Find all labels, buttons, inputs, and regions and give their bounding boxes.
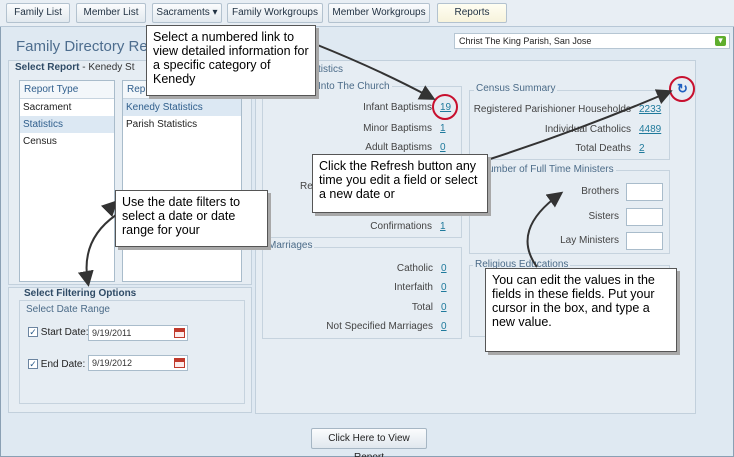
date-range-title: Select Date Range (24, 304, 112, 315)
confirmations-label: Confirmations (370, 221, 432, 232)
chevron-down-icon[interactable]: ▼ (715, 36, 726, 46)
end-date-value: 9/19/2012 (92, 358, 133, 368)
sisters-field[interactable] (626, 208, 663, 226)
calendar-icon[interactable] (174, 328, 185, 338)
deaths-link[interactable]: 2 (639, 143, 645, 154)
statistics-heading: tistics (316, 64, 345, 75)
catholics-label: Individual Catholics (544, 124, 631, 135)
tab-reports[interactable]: Reports (437, 3, 507, 23)
list-item[interactable]: Sacrament (20, 99, 114, 116)
list-item[interactable]: Parish Statistics (123, 116, 241, 133)
report-list[interactable]: Rep Kenedy Statistics Parish Statistics (122, 80, 242, 282)
infant-baptisms-label: Infant Baptisms (363, 102, 432, 113)
select-report-label: Select Report - Kenedy St (15, 62, 135, 73)
census-title: Census Summary (474, 83, 558, 94)
start-date-value: 9/19/2011 (92, 328, 132, 338)
start-date-row: ✓ Start Date: (28, 327, 89, 338)
into-church-title: Into The Church (316, 81, 392, 92)
confirmations-link[interactable]: 1 (440, 221, 446, 232)
end-date-row: ✓ End Date: (28, 359, 85, 370)
top-nav: Family List Member List Sacraments ▾ Fam… (0, 0, 734, 27)
list-item[interactable]: Kenedy Statistics (123, 99, 241, 116)
date-range-group (19, 300, 245, 404)
interfaith-link[interactable]: 0 (441, 282, 447, 293)
tab-family-workgroups[interactable]: Family Workgroups (227, 3, 323, 23)
calendar-icon[interactable] (174, 358, 185, 368)
end-date-checkbox[interactable]: ✓ (28, 359, 38, 370)
highlight-circle-refresh (669, 76, 695, 102)
total-marriages-link[interactable]: 0 (441, 302, 447, 313)
tab-member-workgroups[interactable]: Member Workgroups (328, 3, 430, 23)
highlight-circle-infant (432, 94, 458, 120)
view-report-button[interactable]: Click Here to View Report (311, 428, 427, 457)
households-label: Registered Parishioner Households (473, 104, 631, 115)
marriages-title: Marriages (266, 240, 315, 251)
minor-baptisms-label: Minor Baptisms (363, 123, 432, 134)
deaths-label: Total Deaths (575, 143, 631, 154)
parish-select[interactable]: Christ The King Parish, San Jose ▼ (454, 33, 730, 49)
callout-link: Select a numbered link to view detailed … (146, 25, 316, 96)
lay-ministers-field[interactable] (626, 232, 663, 250)
re-label-fragment: Re (300, 181, 313, 192)
end-date-input[interactable]: 9/19/2012 (88, 355, 188, 371)
callout-date: Use the date filters to select a date or… (115, 190, 268, 247)
brothers-label: Brothers (581, 186, 619, 197)
not-specified-label: Not Specified Marriages (326, 321, 433, 332)
tab-member-list[interactable]: Member List (76, 3, 146, 23)
start-date-label: Start Date: (40, 327, 89, 338)
tab-sacraments[interactable]: Sacraments ▾ (152, 3, 222, 23)
callout-refresh: Click the Refresh button any time you ed… (312, 154, 488, 213)
report-type-header: Report Type (20, 81, 114, 99)
start-date-checkbox[interactable]: ✓ (28, 327, 38, 338)
report-type-list[interactable]: Report Type Sacrament Statistics Census (19, 80, 115, 282)
catholic-label: Catholic (396, 263, 433, 274)
interfaith-label: Interfaith (394, 282, 433, 293)
tab-family-list[interactable]: Family List (6, 3, 70, 23)
list-item[interactable]: Statistics (20, 116, 114, 133)
adult-baptisms-link[interactable]: 0 (440, 142, 446, 153)
start-date-input[interactable]: 9/19/2011 (88, 325, 188, 341)
catholic-link[interactable]: 0 (441, 263, 447, 274)
callout-edit: You can edit the values in the fields in… (485, 268, 677, 352)
end-date-label: End Date: (40, 359, 86, 370)
filtering-label: Select Filtering Options (24, 288, 137, 299)
sisters-label: Sisters (588, 211, 619, 222)
page-title: Family Directory Re (16, 38, 148, 55)
adult-baptisms-label: Adult Baptisms (365, 142, 432, 153)
households-link[interactable]: 2233 (639, 104, 661, 115)
parish-select-value: Christ The King Parish, San Jose (459, 36, 592, 46)
not-specified-link[interactable]: 0 (441, 321, 447, 332)
brothers-field[interactable] (626, 183, 663, 201)
ministers-title: umber of Full Time Ministers (486, 164, 616, 175)
minor-baptisms-link[interactable]: 1 (440, 123, 446, 134)
total-marriages-label: Total (411, 302, 433, 313)
lay-ministers-label: Lay Ministers (560, 235, 619, 246)
list-item[interactable]: Census (20, 133, 114, 150)
catholics-link[interactable]: 4489 (639, 124, 661, 135)
